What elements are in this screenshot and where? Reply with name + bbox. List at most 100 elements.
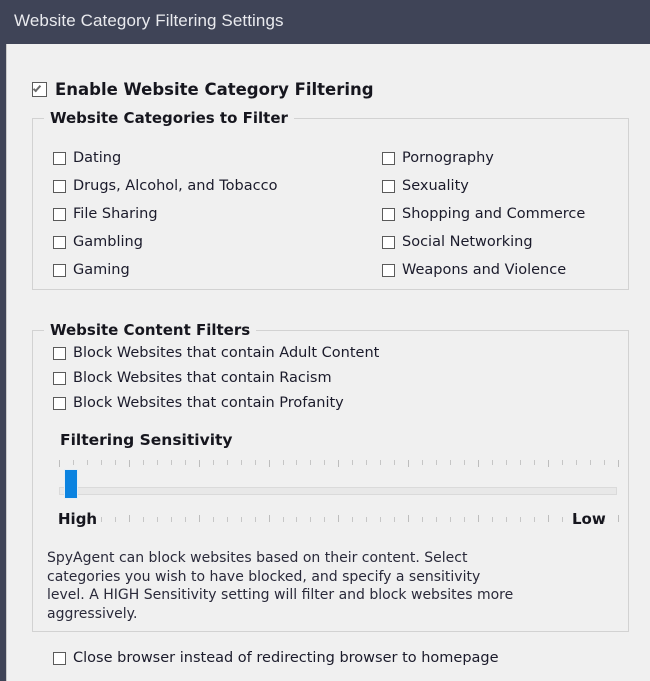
slider-tick [380, 460, 382, 465]
slider-tick [422, 517, 424, 522]
slider-tick [617, 460, 619, 467]
category-checkbox-weapons-and-violence[interactable]: Weapons and Violence [382, 262, 566, 278]
slider-tick [436, 460, 438, 465]
slider-tick [464, 517, 466, 522]
slider-tick [100, 517, 102, 522]
category-checkbox-social-networking[interactable]: Social Networking [382, 234, 533, 250]
slider-tick [338, 460, 340, 467]
slider-tick [324, 517, 326, 522]
content-filters-group-legend: Website Content Filters [44, 321, 257, 339]
slider-tick [240, 517, 242, 522]
slider-tick [450, 517, 452, 522]
category-checkbox-drugs-alcohol-tobacco[interactable]: Drugs, Alcohol, and Tobacco [53, 178, 277, 194]
slider-tick [226, 460, 228, 465]
checkbox-box[interactable] [382, 263, 395, 277]
window-titlebar: Website Category Filtering Settings [0, 0, 650, 44]
category-checkbox-gaming[interactable]: Gaming [53, 262, 130, 278]
slider-tick [422, 460, 424, 465]
category-label: Social Networking [402, 234, 533, 250]
slider-tick [575, 460, 577, 465]
checkbox-box[interactable] [53, 207, 66, 221]
checkbox-box[interactable] [53, 346, 66, 360]
filtering-description-text: SpyAgent can block websites based on the… [47, 550, 514, 622]
slider-tick [282, 460, 284, 465]
category-checkbox-gambling[interactable]: Gambling [53, 234, 143, 250]
category-label: Gaming [73, 262, 130, 278]
checkbox-box[interactable] [53, 179, 66, 193]
slider-tick [114, 517, 116, 522]
window-title: Website Category Filtering Settings [14, 11, 284, 30]
category-label: Gambling [73, 234, 143, 250]
slider-tick [436, 517, 438, 522]
filtering-sensitivity-title: Filtering Sensitivity [60, 431, 233, 449]
slider-tick [296, 517, 298, 522]
filtering-sensitivity-slider[interactable] [59, 460, 619, 522]
checkbox-box[interactable] [382, 207, 395, 221]
enable-website-category-filtering-checkbox[interactable]: Enable Website Category Filtering [32, 80, 374, 99]
category-checkbox-sexuality[interactable]: Sexuality [382, 178, 469, 194]
slider-tick [296, 460, 298, 465]
checkbox-box[interactable] [53, 651, 66, 665]
slider-tick [366, 460, 368, 465]
checkbox-box[interactable] [53, 371, 66, 385]
category-label: Sexuality [402, 178, 469, 194]
category-checkbox-file-sharing[interactable]: File Sharing [53, 206, 158, 222]
category-label: Dating [73, 150, 122, 166]
slider-tick [184, 517, 186, 522]
settings-window: Website Category Filtering Settings Enab… [0, 0, 650, 681]
checkbox-box[interactable] [53, 396, 66, 410]
slider-tick [114, 460, 116, 465]
slider-tick [478, 460, 480, 467]
slider-tick [394, 517, 396, 522]
category-label: Shopping and Commerce [402, 206, 586, 222]
slider-tick [450, 460, 452, 465]
slider-tick [59, 460, 60, 467]
slider-tick [408, 460, 410, 467]
slider-ticks-top [59, 460, 619, 468]
slider-tick [478, 515, 480, 522]
slider-tick [226, 517, 228, 522]
slider-tick [212, 517, 214, 522]
category-label: Pornography [402, 150, 494, 166]
slider-tick [519, 517, 521, 522]
slider-tick [156, 460, 158, 465]
slider-tick [142, 517, 144, 522]
category-checkbox-pornography[interactable]: Pornography [382, 150, 494, 166]
checkbox-box[interactable] [53, 263, 66, 277]
checkbox-box[interactable] [382, 179, 395, 193]
slider-tick [86, 460, 88, 465]
content-filter-checkbox-adult-content[interactable]: Block Websites that contain Adult Conten… [53, 345, 379, 361]
slider-thumb[interactable] [64, 469, 78, 499]
checkbox-box[interactable] [382, 235, 395, 249]
category-checkbox-shopping-and-commerce[interactable]: Shopping and Commerce [382, 206, 585, 222]
checkbox-box[interactable] [53, 151, 66, 165]
slider-tick [338, 515, 340, 522]
slider-tick [212, 460, 214, 465]
slider-tick [561, 460, 563, 465]
slider-tick [198, 515, 200, 522]
slider-tick [506, 517, 507, 522]
category-checkbox-dating[interactable]: Dating [53, 150, 121, 166]
slider-tick [282, 517, 284, 522]
slider-tick [519, 460, 521, 465]
slider-tick [380, 517, 382, 522]
slider-tick [561, 517, 563, 522]
slider-tick [617, 515, 619, 522]
slider-tick [492, 517, 494, 522]
slider-tick [506, 460, 507, 465]
slider-track[interactable] [59, 487, 617, 495]
category-label: Weapons and Violence [402, 262, 567, 278]
checkbox-box[interactable] [382, 151, 395, 165]
checkbox-box[interactable] [53, 235, 66, 249]
categories-group-legend: Website Categories to Filter [44, 109, 294, 127]
slider-tick [100, 460, 102, 465]
content-filter-checkbox-racism[interactable]: Block Websites that contain Racism [53, 370, 332, 386]
slider-tick [352, 517, 354, 522]
content-filter-checkbox-profanity[interactable]: Block Websites that contain Profanity [53, 395, 344, 411]
close-browser-instead-of-redirect-checkbox[interactable]: Close browser instead of redirecting bro… [53, 650, 499, 666]
slider-tick [240, 460, 242, 465]
slider-tick [547, 515, 549, 522]
slider-tick [310, 460, 312, 465]
sensitivity-low-label: Low [572, 510, 606, 528]
checkbox-box[interactable] [32, 82, 47, 97]
